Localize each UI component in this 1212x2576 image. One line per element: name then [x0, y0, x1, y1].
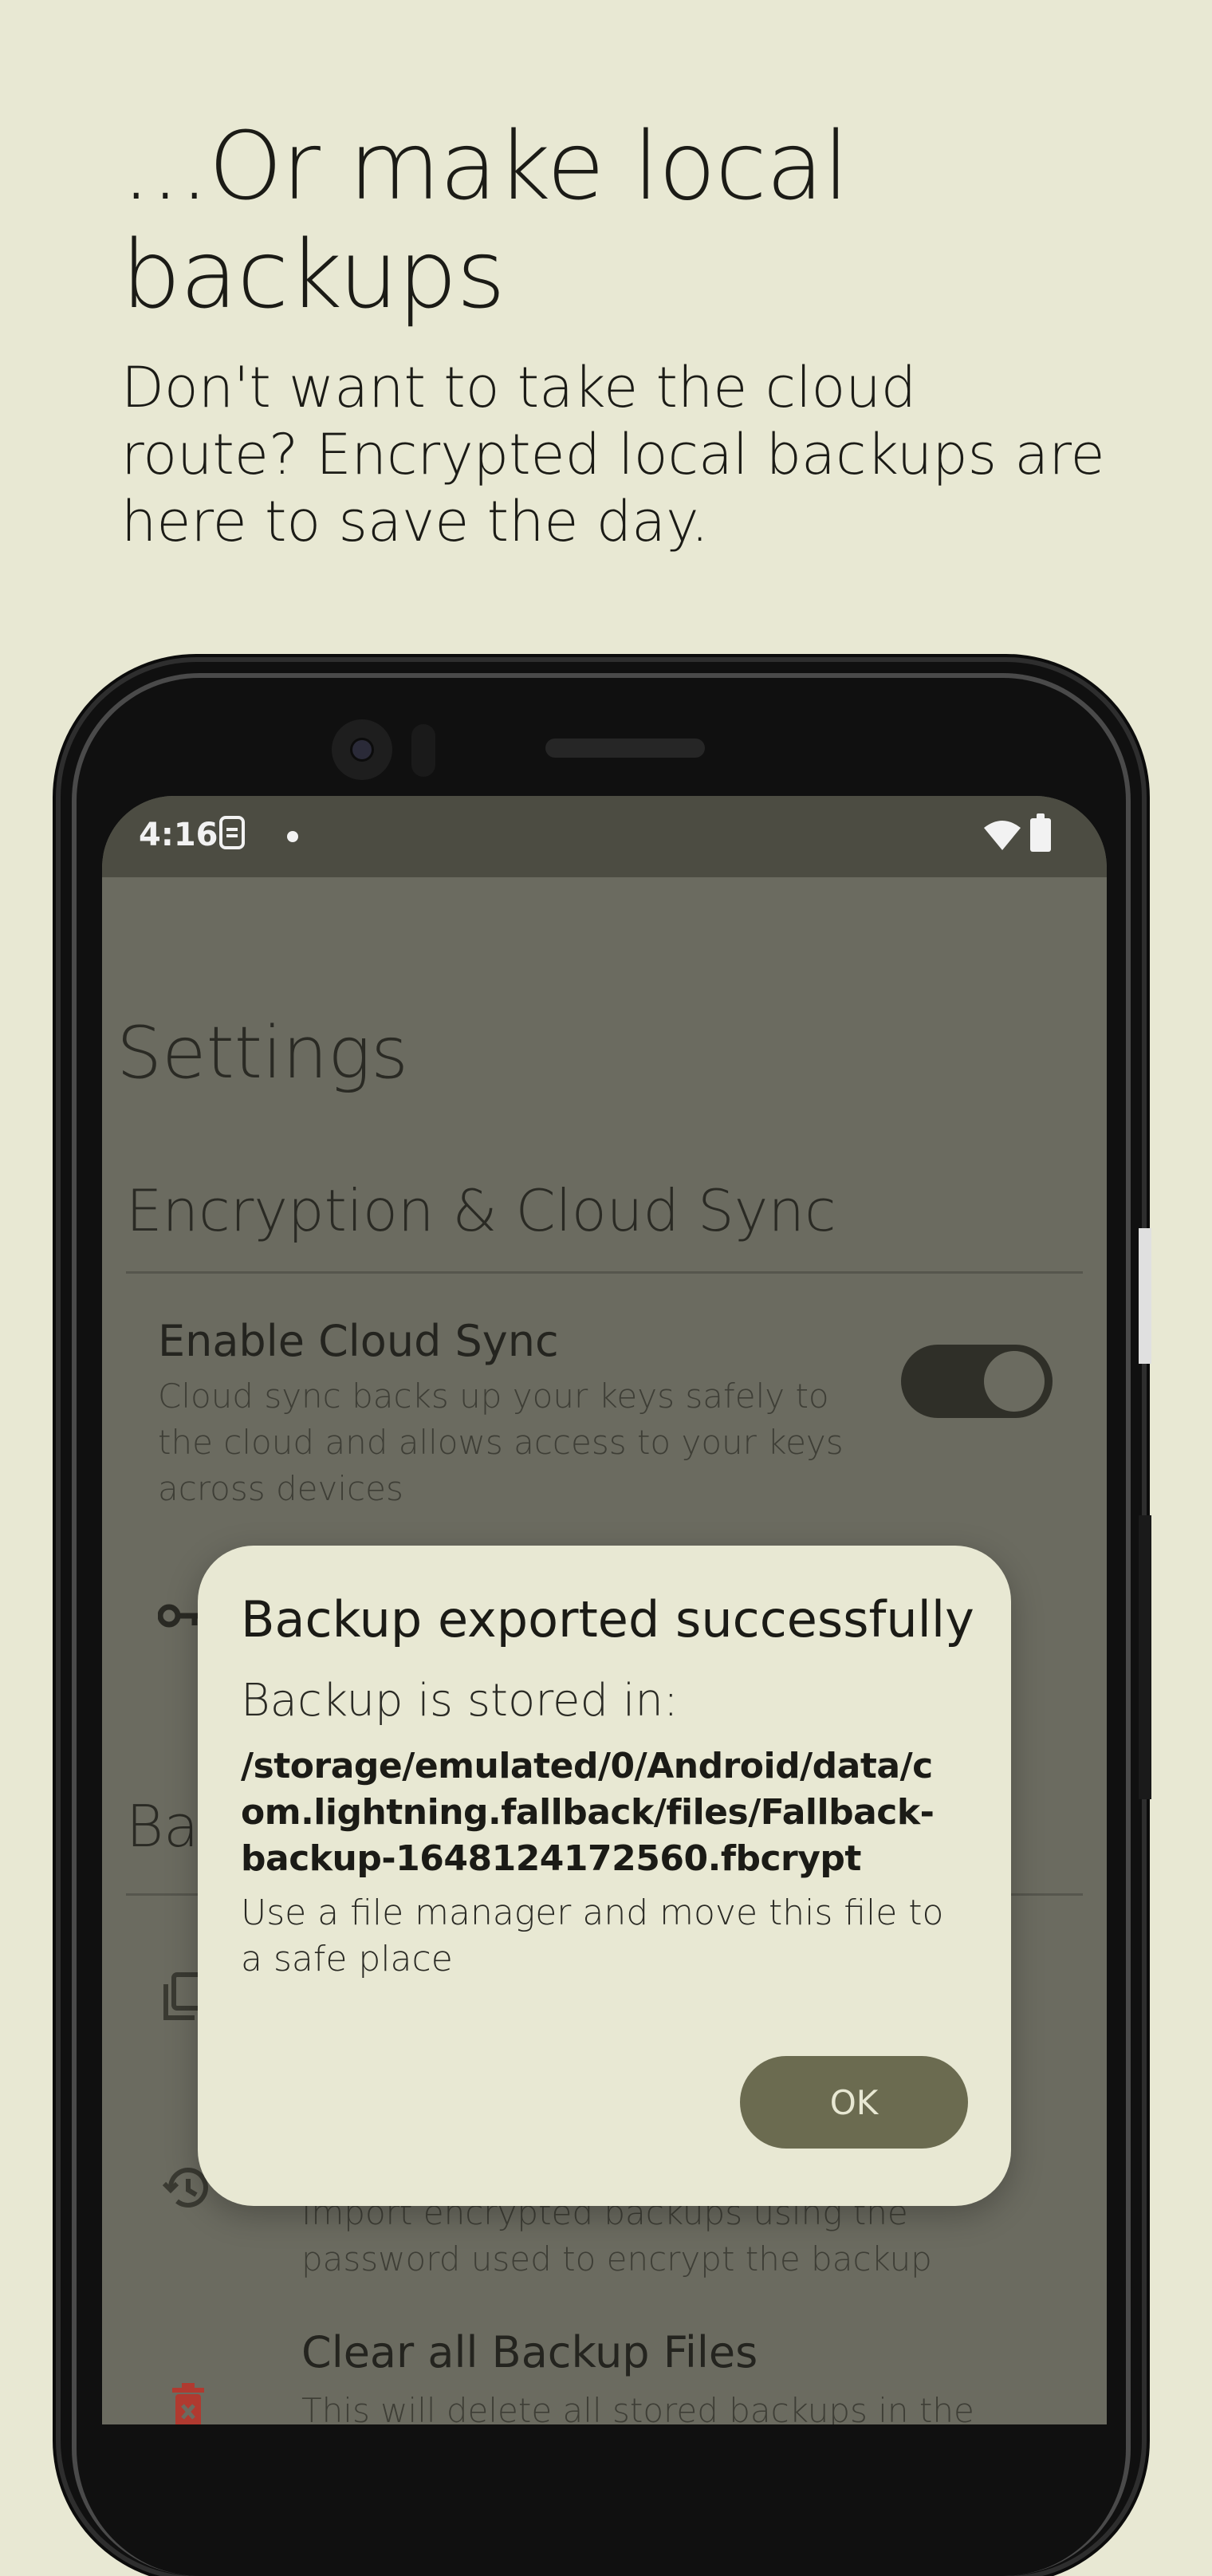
page-title: Settings — [116, 1011, 409, 1095]
promo-subtitle: Don't want to take the cloud route? Encr… — [121, 355, 1105, 554]
dialog-title: Backup exported successfully — [241, 1590, 974, 1648]
toggle-thumb — [984, 1351, 1045, 1412]
delete-icon — [169, 2383, 207, 2424]
notification-dot-icon — [287, 831, 298, 842]
cloud-sync-title[interactable]: Enable Cloud Sync — [158, 1316, 559, 1366]
side-button-top — [1139, 1228, 1151, 1364]
cloud-sync-toggle[interactable] — [901, 1345, 1053, 1418]
promo-title: ...Or make local backups — [121, 111, 849, 329]
speaker-grille — [545, 739, 705, 758]
backup-exported-dialog: Backup exported successfully Backup is s… — [198, 1546, 1011, 2206]
clear-backups-title[interactable]: Clear all Backup Files — [301, 2327, 758, 2377]
cloud-sync-summary: Cloud sync backs up your keys safely to … — [158, 1377, 844, 1508]
camera-icon — [332, 719, 392, 780]
ok-button[interactable]: OK — [740, 2056, 968, 2149]
backup-file-path: /storage/emulated/0/Android/data/com.lig… — [241, 1746, 935, 1879]
dialog-label: Backup is stored in: — [241, 1675, 679, 1727]
wifi-icon — [982, 818, 1022, 855]
divider — [126, 1271, 1083, 1274]
battery-icon — [1030, 813, 1051, 852]
sensor-icon — [411, 724, 435, 777]
dialog-hint: Use a file manager and move this file to… — [241, 1893, 944, 1979]
sim-card-icon — [218, 815, 246, 858]
section-title-encryption: Encryption & Cloud Sync — [126, 1177, 836, 1244]
clear-backups-summary: This will delete all stored backups in t… — [301, 2391, 974, 2424]
section-title-backup: Ba — [126, 1793, 199, 1860]
side-button-power — [1139, 1515, 1151, 1799]
status-bar: 4:16 — [102, 796, 1107, 877]
status-time: 4:16 — [139, 817, 218, 853]
